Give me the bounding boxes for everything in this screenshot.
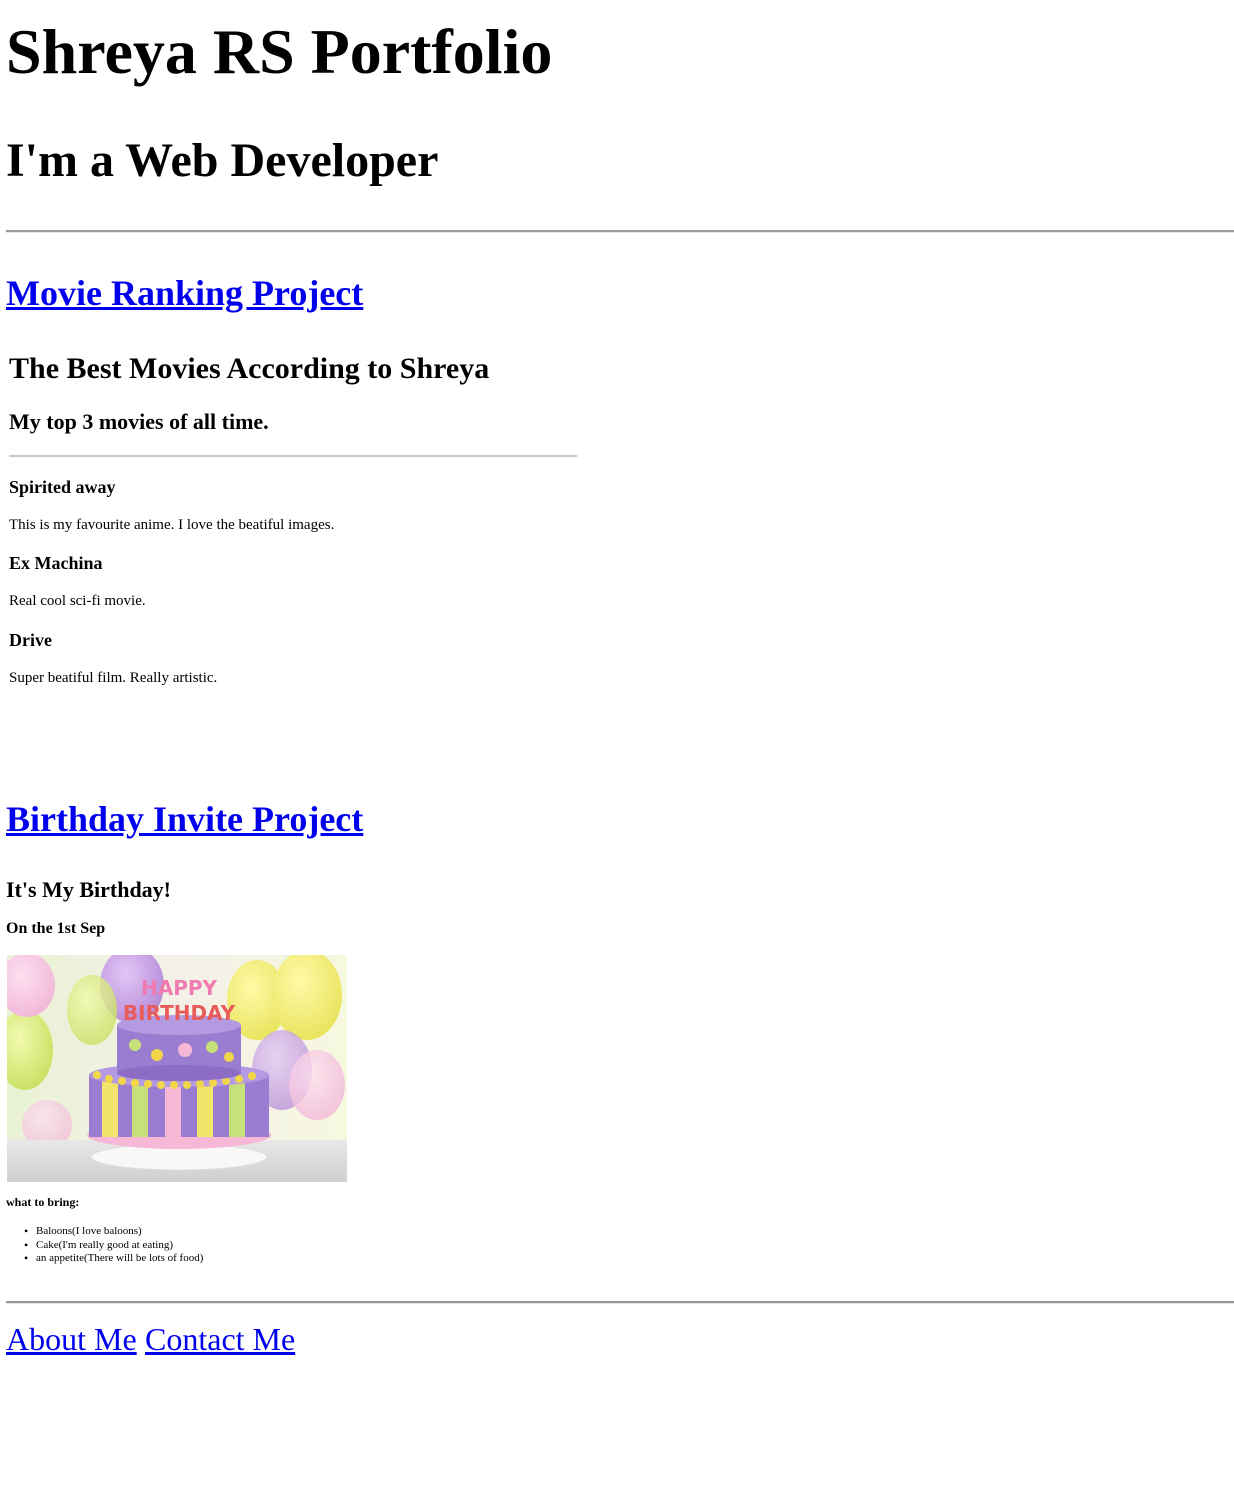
list-item: Cake(I'm really good at eating) [24, 1239, 203, 1253]
divider-bottom [6, 1301, 1234, 1304]
about-me-link[interactable]: About Me [6, 1323, 137, 1355]
page-subtitle: I'm a Web Developer [6, 134, 439, 187]
movie-divider [9, 455, 577, 457]
bring-list-label: what to bring: [6, 1195, 80, 1209]
movie-ranking-project-link[interactable]: Movie Ranking Project [6, 275, 363, 311]
movie-description: This is my favourite anime. I love the b… [9, 517, 335, 533]
bring-list: Baloons(I love baloons) Cake(I'm really … [24, 1225, 203, 1266]
list-item: an appetite(There will be lots of food) [24, 1252, 203, 1266]
movie-subheading: My top 3 movies of all time. [9, 409, 269, 434]
movie-title: Drive [9, 630, 52, 650]
movie-description: Real cool sci-fi movie. [9, 593, 146, 609]
list-item: Baloons(I love baloons) [24, 1225, 203, 1239]
cake-candle-text: HAPPY [141, 976, 218, 1000]
contact-me-link[interactable]: Contact Me [145, 1323, 295, 1355]
movie-title: Spirited away [9, 477, 116, 497]
movie-title: Ex Machina [9, 553, 103, 573]
birthday-cake-image: HAPPY BIRTHDAY [7, 955, 347, 1182]
movie-ranking-embed: The Best Movies According to Shreya My t… [8, 345, 588, 725]
movie-heading: The Best Movies According to Shreya [9, 352, 490, 385]
birthday-invite-project-link[interactable]: Birthday Invite Project [6, 801, 363, 837]
cake-candle-text: BIRTHDAY [123, 1001, 236, 1025]
movie-description: Super beatiful film. Really artistic. [9, 670, 218, 686]
birthday-date: On the 1st Sep [6, 920, 106, 937]
page-title: Shreya RS Portfolio [6, 16, 553, 87]
divider-top [6, 230, 1234, 233]
birthday-heading: It's My Birthday! [6, 877, 171, 902]
